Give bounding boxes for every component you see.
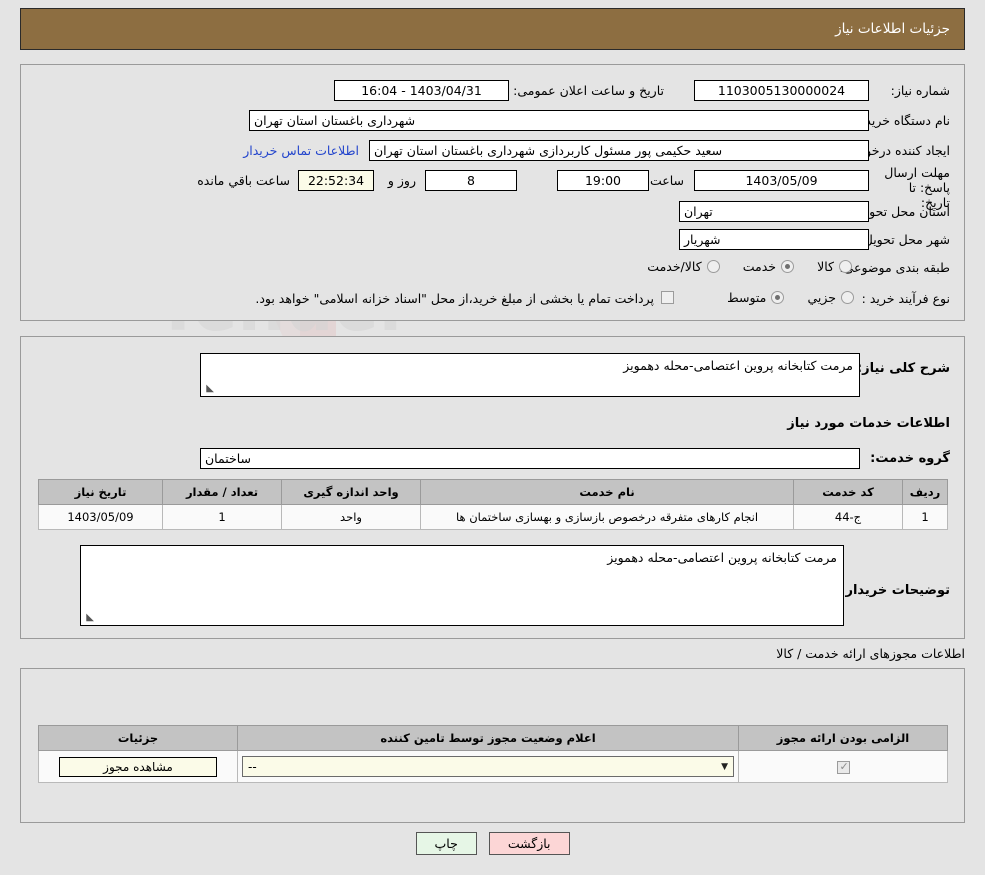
category-radio-group: کالا خدمت کالا/خدمت: [629, 258, 852, 277]
page-root: جزئیات اطلاعات نیاز AriaTender شماره نیا…: [0, 0, 985, 875]
service-group-label: گروه خدمت:: [870, 451, 950, 466]
page-title: جزئیات اطلاعات نیاز: [835, 21, 950, 37]
category-option-kala[interactable]: کالا: [817, 259, 852, 274]
col-date: تاریخ نیاز: [38, 479, 163, 505]
cell-radif: 1: [902, 504, 948, 530]
category-row: طبقه بندی موضوعی:: [839, 260, 950, 275]
license-status-value: --: [248, 759, 257, 774]
process-option-label: متوسط: [727, 290, 767, 305]
category-option-kala-khedmat[interactable]: کالا/خدمت: [647, 259, 720, 274]
days-remaining-value: 8: [425, 170, 517, 191]
remaining-suffix-label: ساعت باقي مانده: [197, 173, 290, 188]
process-row: نوع فرآیند خرید :: [862, 291, 950, 306]
buyer-notes-label: توضیحات خریدار:: [840, 583, 950, 598]
print-button[interactable]: چاپ: [415, 832, 477, 855]
chevron-down-icon: ▼: [721, 761, 728, 772]
licenses-section-title: اطلاعات مجوزهای ارائه خدمت / کالا: [776, 646, 965, 661]
service-group-value: ساختمان: [200, 448, 860, 469]
buyer-org-value: شهرداری باغستان استان تهران: [249, 110, 869, 131]
col-qty: تعداد / مقدار: [162, 479, 282, 505]
general-desc-label: شرح کلی نیاز:: [856, 361, 950, 376]
table-row: ✓ ▼ -- مشاهده مجوز: [38, 750, 948, 783]
col-required: الزامی بودن ارائه مجوز: [738, 725, 948, 751]
need-number-label: شماره نیاز:: [890, 83, 950, 98]
announce-datetime-row: تاریخ و ساعت اعلان عمومی:: [513, 83, 664, 98]
services-section-title: اطلاعات خدمات مورد نیاز: [787, 416, 950, 431]
category-option-label: کالا: [817, 259, 834, 274]
col-status: اعلام وضعیت مجوز توسط تامین کننده: [237, 725, 739, 751]
cell-status: ▼ --: [237, 750, 739, 783]
col-details: جزئیات: [38, 725, 238, 751]
days-unit-label: روز و: [387, 173, 416, 188]
deadline-date-value: 1403/05/09: [694, 170, 869, 191]
province-value: تهران: [679, 201, 869, 222]
licenses-panel: الزامی بودن ارائه مجوز اعلام وضعیت مجوز …: [20, 668, 965, 823]
licenses-table-header-row: الزامی بودن ارائه مجوز اعلام وضعیت مجوز …: [38, 725, 948, 751]
time-remaining-value: 22:52:34: [298, 170, 374, 191]
announce-datetime-label: تاریخ و ساعت اعلان عمومی:: [513, 83, 664, 98]
col-unit: واحد اندازه گیری: [281, 479, 421, 505]
general-desc-value: مرمت کتابخانه پروین اعتصامی-محله دهمویز: [623, 358, 853, 373]
table-row: 1 ج-44 انجام کارهای متفرقه درخصوص بازساز…: [38, 504, 948, 530]
need-detail-panel: شرح کلی نیاز: مرمت کتابخانه پروین اعتصام…: [20, 336, 965, 639]
process-option-label: جزیي: [807, 290, 836, 305]
services-table: ردیف کد خدمت نام خدمت واحد اندازه گیری ت…: [38, 479, 948, 530]
col-name: نام خدمت: [420, 479, 794, 505]
category-option-khedmat[interactable]: خدمت: [742, 259, 795, 274]
city-value: شهریار: [679, 229, 869, 250]
cell-details: مشاهده مجوز: [38, 750, 238, 783]
services-table-header-row: ردیف کد خدمت نام خدمت واحد اندازه گیری ت…: [38, 479, 948, 505]
treasury-checkbox[interactable]: [661, 291, 674, 304]
view-license-button[interactable]: مشاهده مجوز: [59, 756, 217, 777]
col-radif: ردیف: [902, 479, 948, 505]
need-number-value: 1103005130000024: [694, 80, 869, 101]
city-label: شهر محل تحویل:: [859, 232, 950, 247]
cell-qty: 1: [162, 504, 282, 530]
process-label: نوع فرآیند خرید :: [861, 291, 950, 306]
licenses-table: الزامی بودن ارائه مجوز اعلام وضعیت مجوز …: [38, 725, 948, 783]
radio-icon[interactable]: [781, 260, 795, 273]
back-button[interactable]: بازگشت: [488, 832, 570, 855]
radio-icon[interactable]: [839, 260, 852, 273]
cell-required: ✓: [738, 750, 948, 783]
buyer-contact-link[interactable]: اطلاعات تماس خریدار: [243, 143, 359, 158]
category-option-label: خدمت: [742, 259, 777, 274]
col-code: کد خدمت: [793, 479, 903, 505]
process-option-motevaset[interactable]: متوسط: [727, 290, 785, 305]
resize-grip-icon[interactable]: ◣: [84, 613, 94, 623]
need-number-row: شماره نیاز:: [891, 83, 950, 98]
category-label: طبقه بندی موضوعی:: [839, 260, 950, 275]
deadline-hour-label: ساعت: [649, 173, 684, 188]
process-radio-group: جزیي متوسط: [709, 289, 854, 308]
radio-icon[interactable]: [706, 260, 720, 273]
announce-datetime-value: 1403/04/31 - 16:04: [334, 80, 509, 101]
category-option-label: کالا/خدمت: [647, 259, 702, 274]
city-row: شهر محل تحویل:: [860, 232, 950, 247]
cell-code: ج-44: [793, 504, 903, 530]
deadline-time-value: 19:00: [557, 170, 649, 191]
page-header: جزئیات اطلاعات نیاز: [20, 8, 965, 50]
requester-value: سعید حکیمی پور مسئول کاربردازی شهرداری ب…: [369, 140, 869, 161]
buyer-notes-value: مرمت کتابخانه پروین اعتصامی-محله دهمویز: [607, 550, 837, 565]
process-option-jozei[interactable]: جزیي: [807, 290, 854, 305]
footer-actions: بازگشت چاپ: [0, 832, 985, 855]
radio-icon[interactable]: [771, 291, 785, 304]
resize-grip-icon[interactable]: ◣: [204, 384, 214, 394]
cell-unit: واحد: [281, 504, 421, 530]
general-desc-textarea[interactable]: مرمت کتابخانه پروین اعتصامی-محله دهمویز …: [200, 353, 860, 397]
treasury-note: پرداخت تمام یا بخشی از مبلغ خرید،از محل …: [255, 291, 654, 306]
need-info-panel: شماره نیاز: 1103005130000024 تاریخ و ساع…: [20, 64, 965, 321]
license-status-select[interactable]: ▼ --: [242, 756, 734, 777]
required-checkbox-icon: ✓: [836, 760, 850, 774]
cell-date: 1403/05/09: [38, 504, 163, 530]
cell-name: انجام کارهای متفرقه درخصوص بازسازی و بهس…: [420, 504, 794, 530]
buyer-notes-textarea[interactable]: مرمت کتابخانه پروین اعتصامی-محله دهمویز …: [80, 545, 844, 626]
radio-icon[interactable]: [841, 291, 854, 304]
